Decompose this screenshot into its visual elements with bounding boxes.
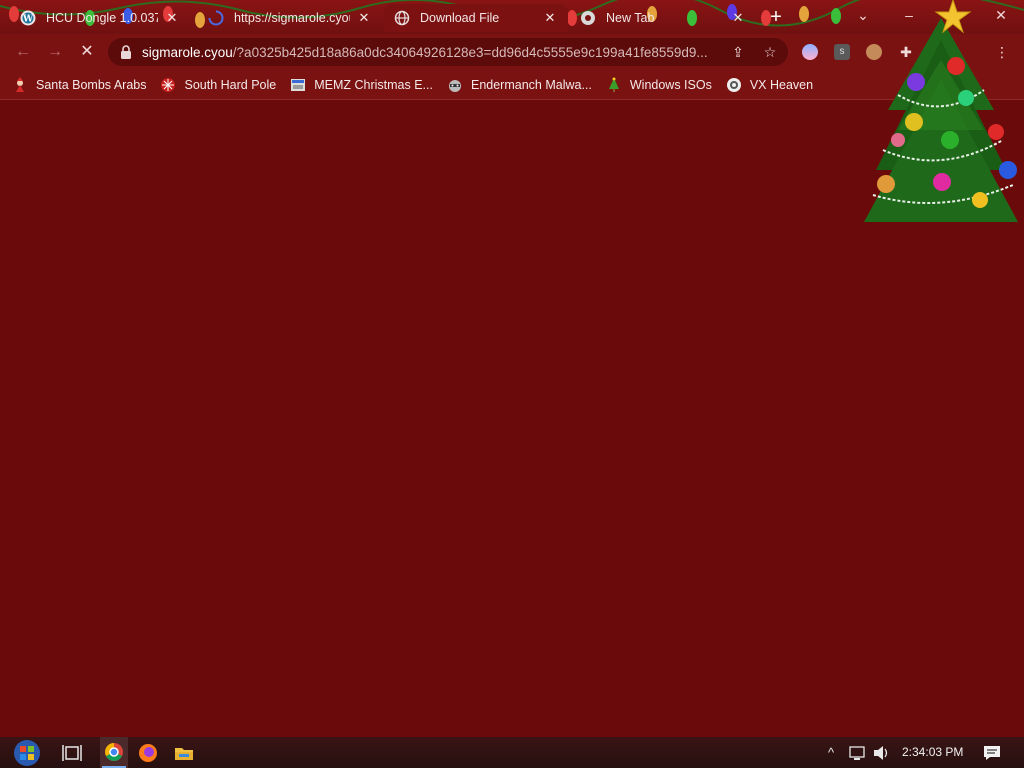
svg-text:W: W <box>22 15 34 25</box>
url-path: /?a0325b425d18a86a0dc34064926128e3=dd96d… <box>232 44 708 60</box>
close-tab-icon[interactable]: ✕ <box>164 10 180 26</box>
bookmark-label: VX Heaven <box>749 77 814 92</box>
url-text: sigmarole.cyou/?a0325b425d18a86a0dc34064… <box>142 45 717 60</box>
loading-spinner-icon <box>208 10 224 26</box>
chrome-icon <box>581 11 595 25</box>
extension-flag-icon[interactable] <box>802 44 818 60</box>
bookmark-star-icon[interactable]: ☆ <box>762 44 778 60</box>
tab-title: Download File <box>420 11 500 25</box>
stop-loading-button[interactable]: ✕ <box>76 42 98 64</box>
bookmark-item[interactable]: South Hard Pole <box>160 77 276 93</box>
network-icon[interactable] <box>848 744 868 762</box>
url-host: sigmarole.cyou <box>142 44 233 60</box>
address-bar[interactable]: sigmarole.cyou/?a0325b425d18a86a0dc34064… <box>108 38 788 66</box>
tab-title: HCU Dongle 1.0.0378 <box>46 11 158 25</box>
raccoon-icon <box>448 79 461 92</box>
bookmark-item[interactable]: Windows ISOs <box>606 77 712 93</box>
memz-icon <box>291 78 306 91</box>
action-center-icon[interactable] <box>982 743 1002 763</box>
globe-icon <box>394 10 410 26</box>
close-tab-icon[interactable]: ✕ <box>542 10 558 26</box>
christmas-tree-overlay <box>864 0 1018 222</box>
back-button[interactable]: ← <box>12 42 34 64</box>
file-explorer-icon[interactable] <box>172 741 196 765</box>
bookmark-label: Windows ISOs <box>629 77 712 92</box>
bookmark-label: South Hard Pole <box>184 77 277 92</box>
new-tab-button[interactable]: + <box>766 7 786 28</box>
bookmark-item[interactable]: MEMZ Christmas E... <box>290 77 433 93</box>
wordpress-icon: W <box>20 10 36 26</box>
close-tab-icon[interactable]: ✕ <box>730 10 746 26</box>
taskbar-clock[interactable]: 2:34:03 PM <box>902 745 963 759</box>
vx-icon <box>726 77 741 92</box>
show-hidden-icons-chevron[interactable]: ^ <box>828 745 834 760</box>
start-button-icon[interactable] <box>10 737 44 768</box>
bookmark-item[interactable]: Santa Bombs Arabs <box>12 76 147 93</box>
santa-icon <box>16 76 24 92</box>
bookmark-label: MEMZ Christmas E... <box>314 77 433 92</box>
bookmark-label: Santa Bombs Arabs <box>36 77 147 92</box>
tab-title: https://sigmarole.cyou/ <box>234 11 350 25</box>
chrome-taskbar-icon[interactable] <box>100 737 128 768</box>
share-icon[interactable]: ⇪ <box>730 44 746 60</box>
tree-icon <box>608 77 619 92</box>
snowflake-icon <box>161 77 176 92</box>
tab-title: New Tab <box>606 11 655 25</box>
task-view-icon[interactable] <box>60 741 84 765</box>
bookmark-item[interactable]: VX Heaven <box>726 77 813 93</box>
tab-download-file[interactable]: Download File ✕ <box>384 4 568 32</box>
extension-s-icon[interactable]: s <box>834 44 850 60</box>
bookmark-label: Endermanch Malwa... <box>470 77 592 92</box>
forward-button[interactable]: → <box>44 42 66 64</box>
close-tab-icon[interactable]: ✕ <box>356 10 372 26</box>
bookmark-item[interactable]: Endermanch Malwa... <box>447 77 592 93</box>
tab-new-tab[interactable]: New Tab ✕ <box>570 4 756 32</box>
lock-icon <box>121 45 131 59</box>
firefox-icon[interactable] <box>136 741 160 765</box>
volume-icon[interactable] <box>872 744 892 762</box>
tab-hcu-dongle[interactable]: W HCU Dongle 1.0.0378 ✕ <box>10 4 190 32</box>
tab-sigmarole[interactable]: https://sigmarole.cyou/ ✕ <box>198 4 382 32</box>
windows-taskbar: ^ 2:34:03 PM <box>0 737 1024 768</box>
